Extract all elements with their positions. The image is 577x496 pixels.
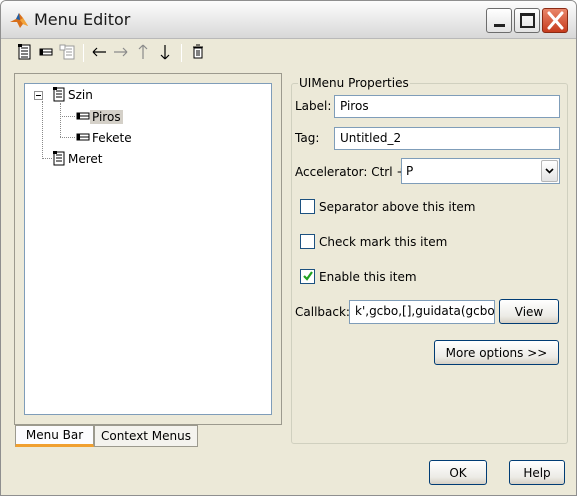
delete-icon (191, 44, 205, 63)
accelerator-select[interactable]: P (401, 158, 560, 184)
label-field[interactable]: Piros (334, 95, 560, 118)
menu-item-icon (76, 110, 90, 125)
move-left-button[interactable] (89, 42, 109, 64)
enable-label: Enable this item (319, 270, 417, 284)
checkmark-label: Check mark this item (319, 235, 448, 249)
window-title: Menu Editor (34, 10, 131, 29)
separator-checkbox[interactable] (300, 199, 315, 214)
move-down-button[interactable] (155, 42, 175, 64)
move-right-button[interactable] (111, 42, 131, 64)
minimize-icon (494, 24, 505, 27)
move-up-icon (137, 43, 149, 64)
help-button[interactable]: Help (509, 460, 565, 485)
toolbar-separator (181, 44, 182, 62)
menu-icon (52, 150, 66, 169)
tree-node-label: Szin (68, 88, 93, 102)
chevron-down-icon[interactable] (541, 160, 558, 182)
menu-icon (52, 86, 66, 105)
enable-checkbox[interactable] (300, 269, 315, 284)
view-button[interactable]: View (499, 299, 559, 324)
new-menu-item-button[interactable] (36, 42, 56, 64)
accelerator-value: P (406, 164, 414, 178)
label-caption: Label: (295, 99, 332, 113)
separator-label: Separator above this item (319, 200, 476, 214)
close-icon (547, 11, 564, 30)
tab-context-menus[interactable]: Context Menus (94, 425, 198, 447)
new-context-menu-button[interactable] (57, 42, 77, 64)
tree-node-meret[interactable]: Meret (52, 150, 105, 169)
maximize-icon (520, 13, 535, 28)
callback-field[interactable]: k',gcbo,[],guidata(gcbo)) (349, 300, 495, 324)
accelerator-caption: Accelerator: Ctrl + (295, 165, 407, 179)
ok-button[interactable]: OK (429, 460, 487, 485)
menu-editor-window: Menu Editor Szin Piros Fekete Meret Menu… (0, 0, 577, 496)
menu-tree-panel: Szin Piros Fekete Meret (14, 73, 282, 425)
callback-caption: Callback: (295, 305, 350, 319)
more-options-button[interactable]: More options >> (434, 340, 559, 365)
menu-item-icon (76, 131, 90, 146)
toolbar-separator (83, 44, 84, 62)
move-down-icon (159, 43, 171, 64)
checkmark-checkbox[interactable] (300, 234, 315, 249)
tree-node-piros[interactable]: Piros (76, 109, 123, 125)
tag-caption: Tag: (295, 131, 320, 145)
new-menu-item-icon (38, 44, 54, 63)
move-right-icon (112, 46, 130, 61)
tree-node-fekete[interactable]: Fekete (76, 130, 134, 146)
tree-node-szin[interactable]: Szin (52, 86, 95, 105)
tree-node-label: Piros (90, 110, 123, 124)
tree-connector (42, 158, 52, 159)
delete-button[interactable] (188, 42, 208, 64)
tree-node-label: Meret (68, 152, 103, 166)
new-menu-icon (17, 43, 33, 64)
title-bar[interactable]: Menu Editor (1, 1, 576, 39)
check-icon (302, 270, 314, 285)
close-button[interactable] (542, 8, 568, 33)
tree-connector (60, 103, 61, 137)
collapse-toggle[interactable] (34, 91, 43, 100)
tree-node-label: Fekete (92, 131, 132, 145)
minimize-button[interactable] (486, 8, 512, 33)
move-left-icon (90, 46, 108, 61)
tag-field[interactable]: Untitled_2 (334, 127, 560, 150)
tab-menu-bar[interactable]: Menu Bar (15, 425, 94, 447)
new-menu-button[interactable] (15, 42, 35, 64)
tree-connector (60, 137, 75, 138)
toolbar (1, 40, 576, 66)
tree-connector (60, 116, 75, 117)
matlab-icon (9, 10, 29, 30)
maximize-button[interactable] (514, 8, 540, 33)
menu-tree[interactable]: Szin Piros Fekete Meret (24, 83, 272, 415)
move-up-button[interactable] (133, 42, 153, 64)
tree-connector (42, 101, 43, 159)
new-context-menu-icon (58, 43, 76, 64)
group-title: UIMenu Properties (298, 76, 410, 90)
